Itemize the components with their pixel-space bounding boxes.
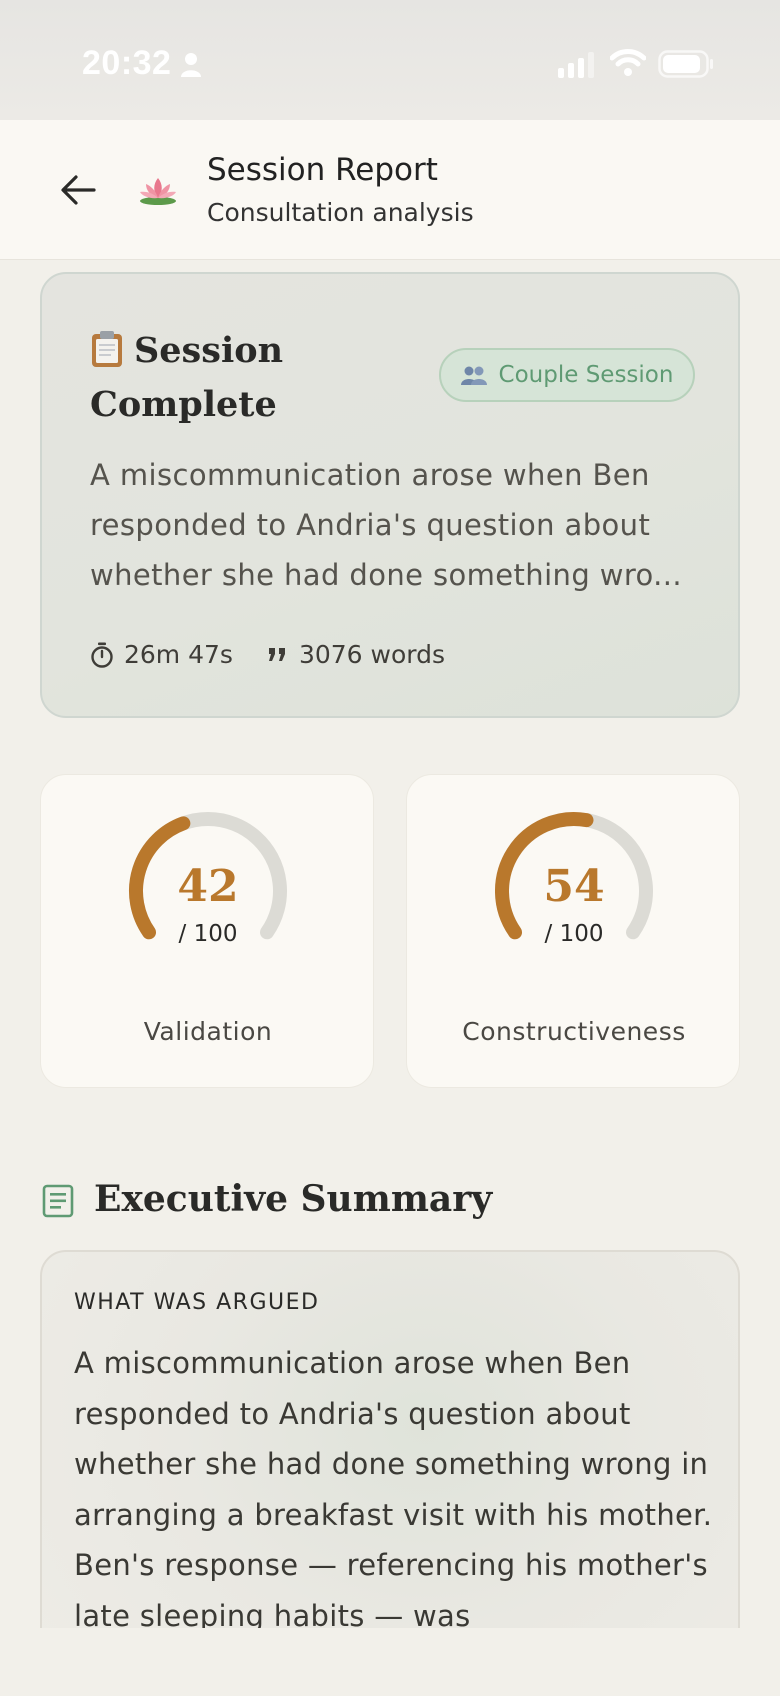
document-icon bbox=[42, 1184, 74, 1218]
executive-summary-title: Executive Summary bbox=[94, 1178, 493, 1220]
battery-icon bbox=[658, 50, 713, 78]
session-card: Session Complete Couple Session A miscom… bbox=[40, 272, 740, 718]
back-button[interactable] bbox=[48, 160, 108, 220]
validation-score-card: 42 / 100 Validation bbox=[40, 774, 374, 1088]
lotus-icon bbox=[140, 178, 176, 205]
status-time: 20:32 bbox=[82, 44, 172, 82]
couple-badge-label: Couple Session bbox=[498, 362, 674, 388]
word-count-item: 3076 words bbox=[267, 640, 445, 669]
wifi-icon bbox=[610, 49, 646, 76]
status-bar: 20:32 bbox=[0, 0, 780, 120]
what-was-argued-label: WHAT WAS ARGUED bbox=[74, 1290, 320, 1315]
arrow-left-icon bbox=[61, 175, 96, 205]
clipboard-icon bbox=[92, 331, 122, 367]
constructiveness-score-card: 54 / 100 Constructiveness bbox=[406, 774, 740, 1088]
duration-item: 26m 47s bbox=[90, 640, 233, 669]
timer-icon bbox=[91, 642, 113, 668]
bottom-safe-area bbox=[0, 1628, 780, 1696]
app-header: Session Report Consultation analysis bbox=[0, 120, 780, 260]
executive-summary-text: A miscommunication arose when Ben respon… bbox=[74, 1346, 713, 1633]
session-summary: A miscommunication arose when Ben respon… bbox=[90, 458, 683, 592]
constructiveness-score-max: / 100 bbox=[544, 921, 604, 947]
page-title: Session Report bbox=[207, 152, 438, 188]
duration-value: 26m 47s bbox=[124, 640, 233, 669]
quote-icon bbox=[268, 647, 285, 661]
signal-icon bbox=[558, 52, 594, 78]
validation-score-label: Validation bbox=[143, 1017, 273, 1046]
word-count-value: 3076 words bbox=[298, 640, 445, 669]
person-icon bbox=[181, 53, 201, 77]
people-icon bbox=[460, 366, 487, 385]
page-subtitle: Consultation analysis bbox=[207, 198, 474, 227]
constructiveness-score-value: 54 bbox=[543, 861, 605, 912]
session-meta: 26m 47s 3076 words bbox=[90, 640, 479, 669]
validation-score-value: 42 bbox=[177, 861, 239, 912]
constructiveness-score-label: Constructiveness bbox=[462, 1017, 686, 1046]
session-title: Session Complete bbox=[90, 324, 370, 432]
couple-session-badge: Couple Session bbox=[439, 348, 695, 402]
validation-score-max: / 100 bbox=[178, 921, 238, 947]
